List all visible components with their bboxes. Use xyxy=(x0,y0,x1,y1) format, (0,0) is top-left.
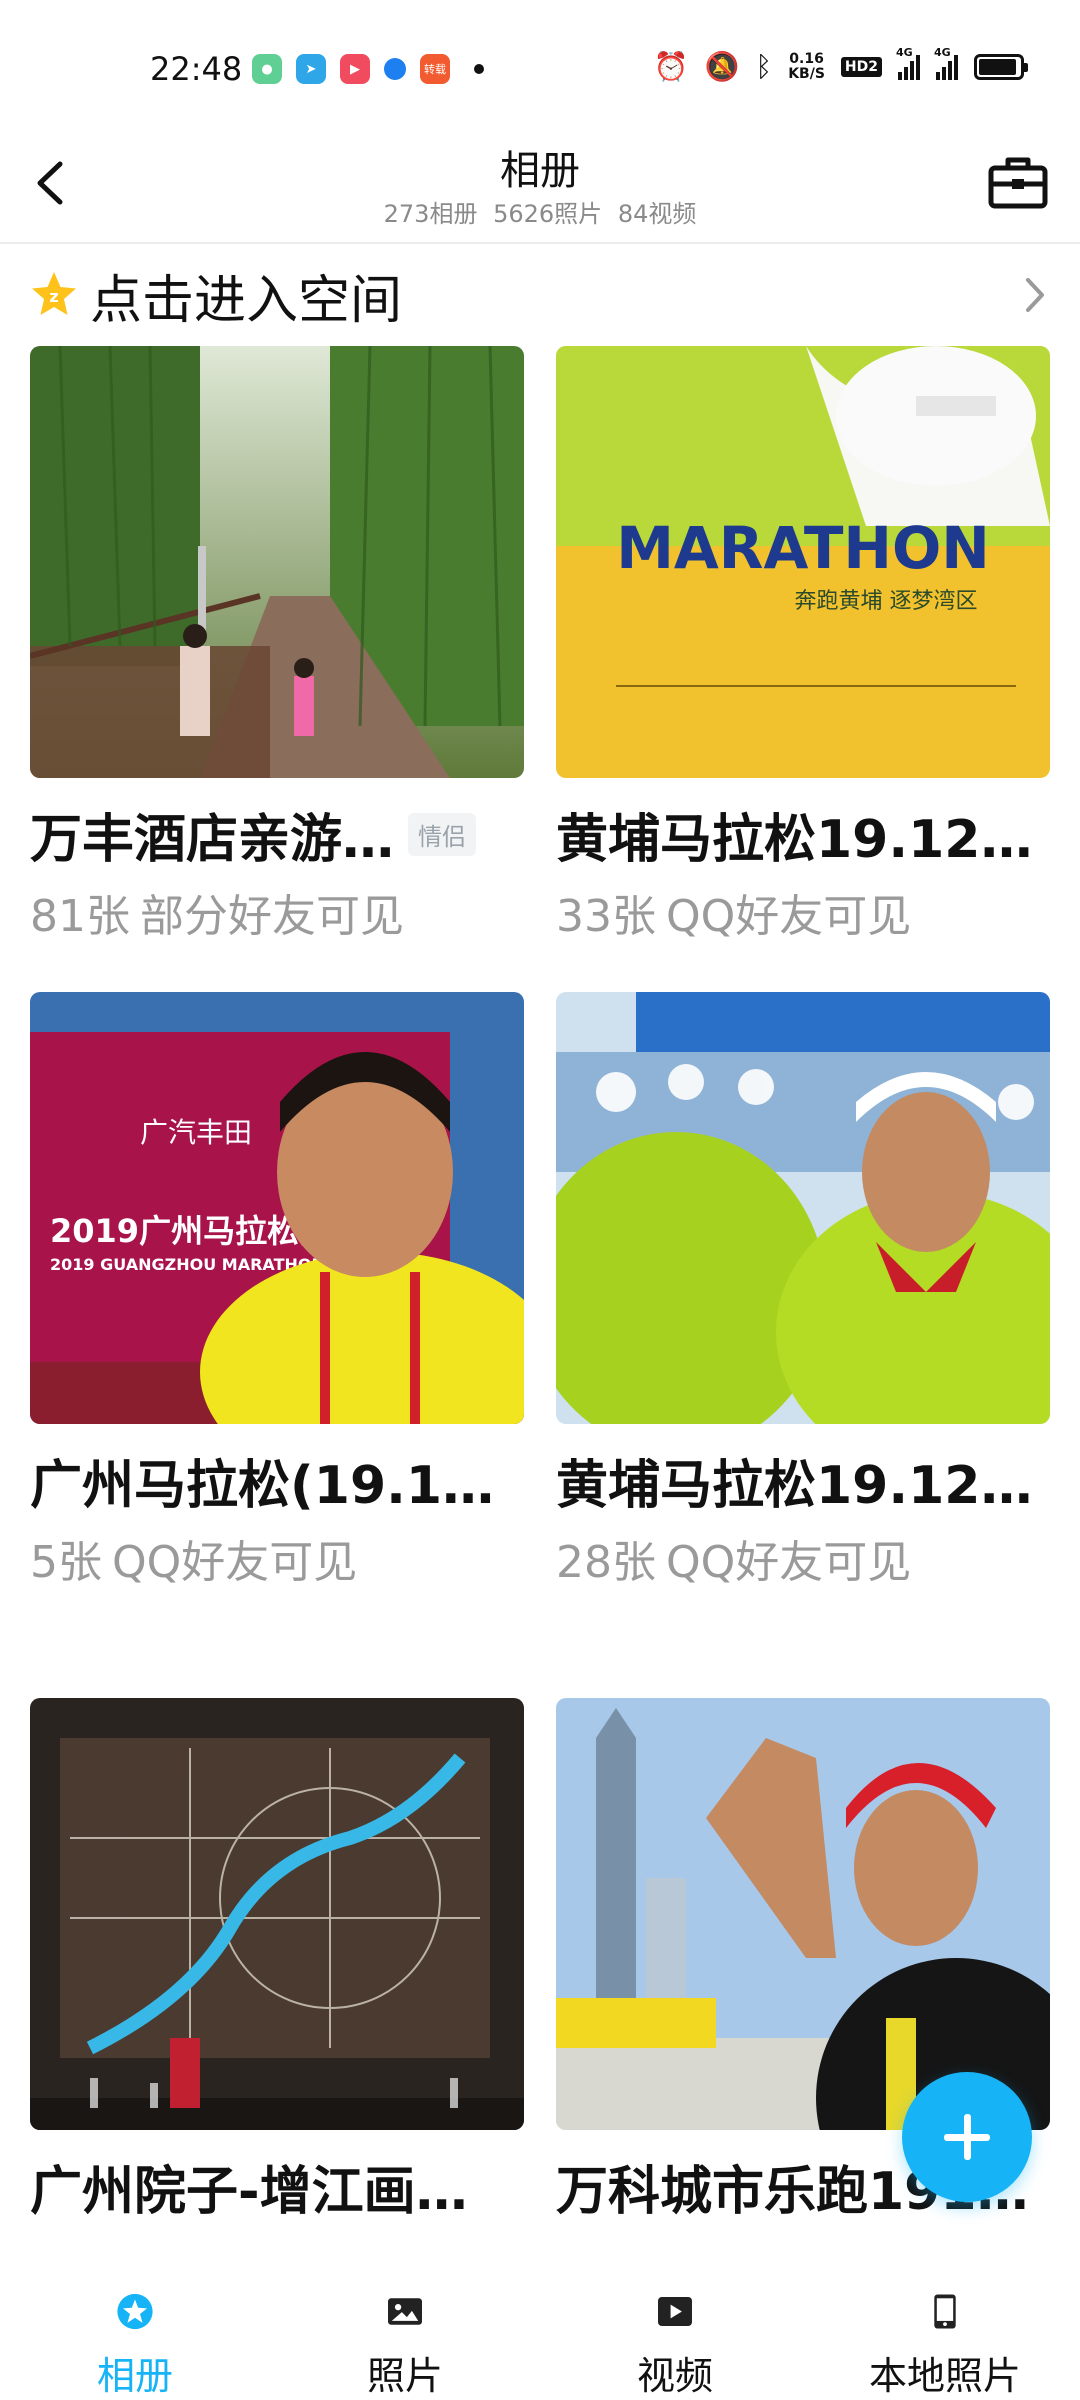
album-count: 28张 xyxy=(556,1537,656,1588)
signal-2-label: 4G xyxy=(934,46,951,59)
album-cover-map-display[interactable] xyxy=(30,1698,524,2130)
album-card[interactable]: 万丰酒店亲游… 情侣 81张 部分好友可见 xyxy=(30,346,524,944)
album-count: 33张 xyxy=(556,891,656,942)
albums-count: 273相册 xyxy=(383,200,478,228)
album-visibility: QQ好友可见 xyxy=(666,1537,912,1588)
video-app-icon: ▶ xyxy=(340,54,370,84)
album-count: 5张 xyxy=(30,1537,102,1588)
status-indicators: ⏰ 🔕 ᛒ 0.16 KB/S HD2 4G 4G xyxy=(653,46,1028,83)
album-visibility: QQ好友可见 xyxy=(112,1537,358,1588)
album-card[interactable]: 黄埔马拉松19.12.… 28张 QQ好友可见 xyxy=(556,992,1050,1590)
photo-icon xyxy=(388,2298,422,2325)
signal-icon-2: 4G xyxy=(934,46,958,80)
album-cover-gz-marathon[interactable]: 2019广州马拉松赛 2019 GUANGZHOU MARATHON 广汽丰田 xyxy=(30,992,524,1424)
album-title: 广州院子-增江画… xyxy=(30,2161,468,2222)
video-icon xyxy=(658,2297,692,2326)
hd-voice-badge: HD2 xyxy=(840,57,882,77)
telegram-icon: ➤ xyxy=(296,54,326,84)
photos-count: 5626照片 xyxy=(493,200,603,228)
album-title-row: 万丰酒店亲游… 情侣 xyxy=(30,798,524,870)
tab-local-photos[interactable]: 本地照片 xyxy=(810,2270,1080,2400)
album-tag: 情侣 xyxy=(408,812,477,856)
tab-albums[interactable]: 相册 xyxy=(0,2270,270,2400)
album-cover-city-run[interactable] xyxy=(556,1698,1050,2130)
album-meta: 5张 QQ好友可见 xyxy=(30,1526,524,1590)
mute-icon: 🔕 xyxy=(704,50,740,83)
album-visibility: 部分好友可见 xyxy=(140,891,404,942)
album-meta: 28张 QQ好友可见 xyxy=(556,1526,1050,1590)
marathon-banner-text: MARATHON xyxy=(616,514,990,582)
space-entry-banner[interactable]: z 点击进入空间 xyxy=(0,244,1080,346)
album-card[interactable]: 广州院子-增江画… xyxy=(30,1698,524,2222)
toolbox-icon[interactable] xyxy=(986,150,1050,214)
network-speed-value: 0.16 xyxy=(789,51,824,67)
album-count: 81张 xyxy=(30,891,130,942)
status-time: 22:48 xyxy=(150,50,243,88)
album-title-row: 广州院子-增江画… xyxy=(30,2150,524,2222)
album-title: 黄埔马拉松19.12.… xyxy=(556,809,1050,870)
bluetooth-icon: ᛒ xyxy=(755,50,773,83)
album-title: 广州马拉松(19.1… xyxy=(30,1455,495,1516)
page-subtitle: 273相册 5626照片 84视频 xyxy=(0,194,1080,229)
videos-count: 84视频 xyxy=(617,200,697,228)
signal-1-label: 4G xyxy=(896,46,913,59)
network-speed-unit: KB/S xyxy=(788,66,825,82)
svg-text:z: z xyxy=(49,287,58,306)
album-cover-huangpu-runners[interactable] xyxy=(556,992,1050,1424)
tab-videos[interactable]: 视频 xyxy=(540,2270,810,2400)
album-card[interactable]: MARATHON 奔跑黄埔 逐梦湾区 黄埔马拉松19.12.… 33张 QQ好友可… xyxy=(556,346,1050,944)
battery-icon xyxy=(974,54,1028,80)
page-title: 相册 xyxy=(500,148,580,194)
star-icon: z xyxy=(32,272,76,315)
bottom-nav: 相册 照片 视频 本地照片 xyxy=(0,2270,1080,2400)
album-cover-bamboo-path[interactable] xyxy=(30,346,524,778)
more-notifications-icon xyxy=(474,64,484,74)
albums-tab-icon xyxy=(117,2293,153,2330)
tab-label: 照片 xyxy=(366,2354,443,2398)
album-card[interactable]: 2019广州马拉松赛 2019 GUANGZHOU MARATHON 广汽丰田 … xyxy=(30,992,524,1590)
album-title-row: 黄埔马拉松19.12.… xyxy=(556,1444,1050,1516)
sponsor-text: 广汽丰田 xyxy=(140,1116,252,1149)
tab-label: 本地照片 xyxy=(868,2354,1021,2398)
album-visibility: QQ好友可见 xyxy=(666,891,912,942)
signal-icon: 4G xyxy=(896,46,920,80)
tab-photos[interactable]: 照片 xyxy=(270,2270,540,2400)
space-entry-label: 点击进入空间 xyxy=(90,270,403,331)
album-title-row: 黄埔马拉松19.12.… xyxy=(556,798,1050,870)
status-bar: 22:48 ● ➤ ▶ 转载 ⏰ 🔕 ᛒ 0.16 KB/S HD2 4G 4G xyxy=(0,0,1080,140)
chevron-right-icon xyxy=(1026,278,1044,312)
album-meta: 33张 QQ好友可见 xyxy=(556,880,1050,944)
network-speed: 0.16 KB/S xyxy=(788,52,825,82)
status-app-icons: ● ➤ ▶ 转载 xyxy=(252,54,484,84)
wechat-icon: ● xyxy=(252,54,282,84)
tab-label: 视频 xyxy=(636,2354,713,2398)
add-album-button[interactable] xyxy=(902,2072,1032,2202)
app-header: 相册 273相册 5626照片 84视频 xyxy=(0,130,1080,242)
album-grid: 万丰酒店亲游… 情侣 81张 部分好友可见 MARATHON 奔跑黄埔 逐梦湾区 … xyxy=(0,346,1080,2270)
album-title-row: 广州马拉松(19.1… xyxy=(30,1444,524,1516)
album-meta: 81张 部分好友可见 xyxy=(30,880,524,944)
album-title: 黄埔马拉松19.12.… xyxy=(556,1455,1050,1516)
qq-browser-icon xyxy=(384,58,406,80)
marathon-slogan-text: 奔跑黄埔 逐梦湾区 xyxy=(795,589,978,614)
tab-label: 相册 xyxy=(96,2354,173,2398)
alarm-icon: ⏰ xyxy=(653,50,689,83)
news-app-icon: 转载 xyxy=(420,54,450,84)
phone-icon xyxy=(934,2294,956,2329)
album-title: 万丰酒店亲游… xyxy=(30,809,395,870)
album-cover-marathon-kit[interactable]: MARATHON 奔跑黄埔 逐梦湾区 xyxy=(556,346,1050,778)
